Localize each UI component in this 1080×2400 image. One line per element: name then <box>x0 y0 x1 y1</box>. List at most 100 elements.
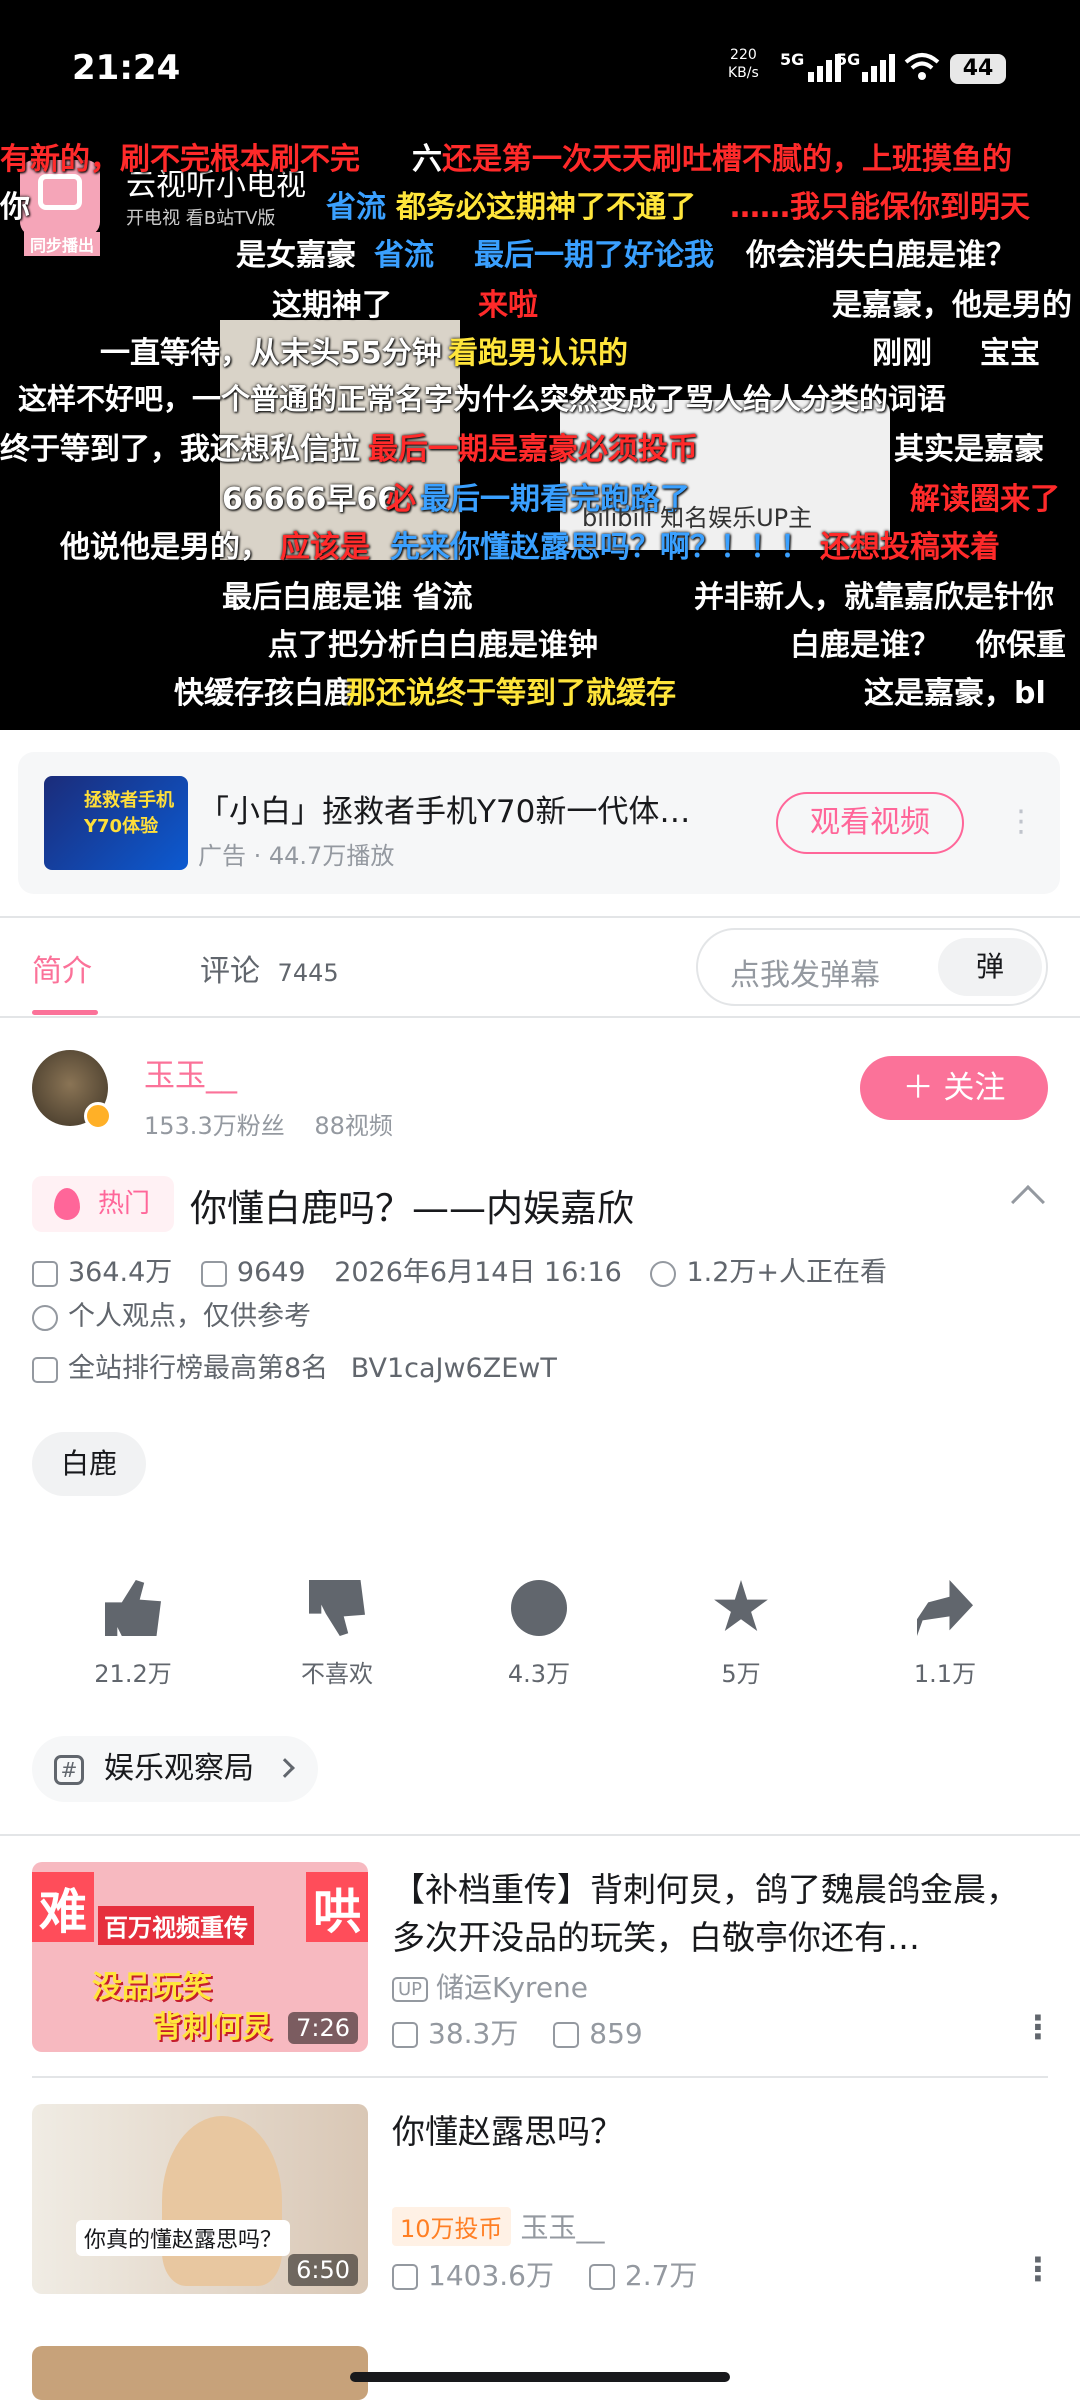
danmaku-item: 快缓存孩白鹿 <box>174 676 354 711</box>
danmaku-item: 都务必这期神了不通了 <box>396 190 696 225</box>
danmaku-input[interactable]: 点我发弹幕 弹 <box>696 928 1048 1006</box>
thumbs-up-icon <box>105 1580 161 1636</box>
rec-views: 38.3万 <box>428 2017 519 2050</box>
info-icon <box>32 1304 58 1331</box>
ad-card[interactable]: 拯救者手机 Y70体验 「小白」拯救者手机Y70新一代体… 广告 · 44.7万… <box>18 752 1060 894</box>
rec-danmaku: 859 <box>589 2017 643 2050</box>
danmaku-item: 一直等待，从末头55分钟 <box>100 336 442 371</box>
danmaku-toggle-button[interactable]: 弹 <box>938 938 1042 996</box>
watching-count: 1.2万+人正在看 <box>686 1257 887 1288</box>
favorite-button[interactable]: 5万 <box>686 1580 796 1689</box>
dislike-label: 不喜欢 <box>301 1660 373 1688</box>
hot-label: 热门 <box>98 1189 151 1219</box>
more-icon[interactable]: ⋮ <box>1022 2008 1054 2046</box>
divider <box>0 916 1080 918</box>
like-count: 21.2万 <box>94 1660 172 1688</box>
hashtag-icon: # <box>54 1755 84 1785</box>
danmaku-item: 你保重 <box>976 628 1066 663</box>
more-icon[interactable]: ⋮ <box>1006 804 1036 839</box>
rank-text: 全站排行榜最高第8名 <box>68 1353 329 1384</box>
danmaku-item: 还是第一次天天刷吐槽不腻的，上班摸鱼的 <box>442 142 1012 177</box>
danmaku-item: 这期神了 <box>272 288 392 323</box>
video-duration: 7:26 <box>288 2012 358 2044</box>
danmaku-item: 省流 <box>374 238 434 273</box>
danmaku-item: 有新的，刷不完根本刷不完 <box>0 142 360 177</box>
thumbs-down-icon <box>309 1580 365 1636</box>
rec-title[interactable]: 【补档重传】背刺何炅，鸽了魏晨鸽金晨，多次开没品的玩笑，白敬亭你还有… <box>392 1866 1042 1962</box>
clock: 21:24 <box>72 48 181 88</box>
danmaku-input-placeholder: 点我发弹幕 <box>730 958 880 993</box>
video-stats: 364.4万 9649 2026年6月14日 16:16 1.2万+人正在看 <box>32 1250 887 1289</box>
rec-thumb-text: 你真的懂赵露思吗？ <box>76 2220 291 2256</box>
ranking-icon <box>32 1356 58 1383</box>
network-rate: 220 KB/s <box>728 47 759 81</box>
rec-thumbnail[interactable]: 难 百万视频重传 哄 没品玩笑 背刺何炅 7:26 <box>32 1862 368 2052</box>
danmaku-item: 必 <box>386 482 416 517</box>
watch-video-button[interactable]: 观看视频 <box>776 792 964 854</box>
rec-stats: 1403.6万 2.7万 <box>392 2254 697 2294</box>
chevron-right-icon <box>275 1758 295 1778</box>
rec-thumb-text: 哄 <box>306 1872 368 1942</box>
danmaku-icon <box>588 2264 615 2290</box>
danmaku-item: ……我只能保你到明天 <box>730 190 1030 225</box>
wifi-icon <box>904 52 940 82</box>
danmaku-item: 省流 <box>326 190 386 225</box>
rec-thumb-text: 难 <box>32 1872 94 1942</box>
rec-stats: 38.3万 859 <box>392 2012 643 2052</box>
status-bar: 21:24 220 KB/s 5G 5G 44 <box>0 0 1080 120</box>
rec-thumbnail-partial[interactable] <box>32 2346 368 2400</box>
danmaku-item: 最后白鹿是谁 省流 <box>222 580 473 615</box>
danmaku-item: 最后一期了好论我 <box>474 238 714 273</box>
rank-row[interactable]: 全站排行榜最高第8名 BV1caJw6ZEwT <box>32 1346 557 1385</box>
hot-badge: 热门 <box>32 1176 174 1232</box>
divider <box>0 1016 1080 1018</box>
active-tab-indicator <box>32 1010 98 1015</box>
share-count: 1.1万 <box>913 1660 977 1688</box>
danmaku-item: 六 <box>412 142 442 177</box>
home-indicator[interactable] <box>350 2372 730 2382</box>
rec-thumbnail[interactable]: 你真的懂赵露思吗？ 6:50 <box>32 2104 368 2294</box>
coin-button[interactable]: 4.3万 <box>484 1580 594 1689</box>
like-button[interactable]: 21.2万 <box>78 1580 188 1689</box>
rec-title[interactable]: 你懂赵露思吗？ <box>392 2108 1042 2156</box>
tab-comments[interactable]: 评论 7445 <box>200 946 339 990</box>
up-badge: UP <box>392 1976 429 2002</box>
favorite-count: 5万 <box>721 1660 761 1688</box>
channel-subtitle: 开电视 看B站TV版 <box>126 208 276 229</box>
danmaku-item: 刚刚 <box>872 336 932 371</box>
danmaku-item: 他说他是男的， <box>60 530 270 565</box>
sync-label: 同步播出 <box>24 232 101 256</box>
publish-date: 2026年6月14日 16:16 <box>334 1257 622 1288</box>
play-icon <box>392 2022 418 2048</box>
share-button[interactable]: 1.1万 <box>890 1580 1000 1689</box>
rec-thumb-text: 没品玩笑 <box>92 1970 212 2005</box>
video-player[interactable]: 同步播出 云视听小电视 开电视 看B站TV版 有新的，刷不完根本刷不完 六 还是… <box>0 120 1080 730</box>
danmaku-item: 白鹿是谁？ <box>790 628 940 663</box>
danmaku-item: 最后一期是嘉豪必须投币 <box>368 432 698 467</box>
tag-chip[interactable]: 白鹿 <box>32 1432 146 1496</box>
danmaku-item: 那还说终于等到了就缓存 <box>346 676 676 711</box>
more-icon[interactable]: ⋮ <box>1022 2250 1054 2288</box>
follow-button[interactable]: ＋ 关注 <box>860 1056 1048 1120</box>
danmaku-item: 宝宝 <box>980 336 1040 371</box>
uploader-name[interactable]: 玉玉__ <box>144 1050 237 1095</box>
signal-label-2: 5G <box>836 50 861 69</box>
danmaku-item: 是女嘉豪 <box>236 238 356 273</box>
rec-uploader: UP 储运Kyrene <box>392 1966 588 2006</box>
tab-intro[interactable]: 简介 <box>32 946 92 990</box>
topic-chip[interactable]: # 娱乐观察局 <box>32 1736 318 1802</box>
danmaku-item: 解读圈来了 <box>910 482 1060 517</box>
video-caption: bilibili 知名娱乐UP主 <box>582 504 813 532</box>
rec-thumb-text: 百万视频重传 <box>98 1906 254 1945</box>
divider <box>0 1834 1080 1836</box>
danmaku-item: 其实是嘉豪 <box>894 432 1044 467</box>
dislike-button[interactable]: 不喜欢 <box>282 1580 392 1689</box>
danmaku-item: 来啦 <box>478 288 538 323</box>
video-title: 你懂白鹿吗？——内娱嘉欣 <box>190 1187 634 1230</box>
divider <box>32 2076 1048 2078</box>
collapse-chevron-icon[interactable] <box>1011 1185 1045 1219</box>
danmaku-item: 66666早66 <box>222 482 399 517</box>
avatar[interactable] <box>32 1050 112 1130</box>
coin-icon <box>511 1580 567 1636</box>
rec-views: 1403.6万 <box>428 2259 554 2292</box>
